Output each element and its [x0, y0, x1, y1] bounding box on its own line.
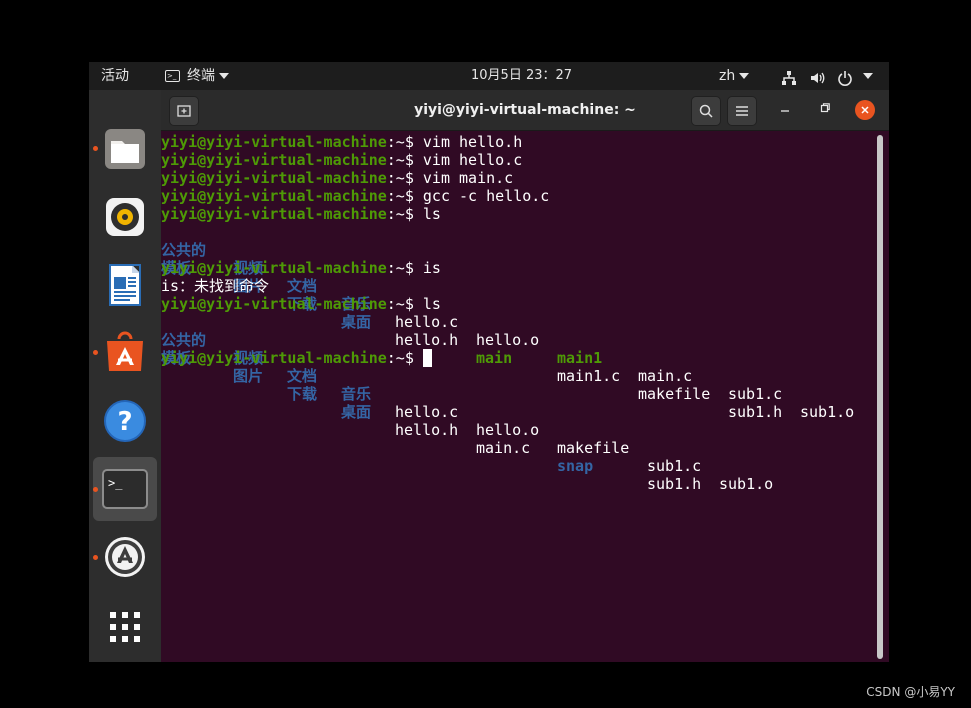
search-button[interactable] [691, 96, 721, 126]
terminal-line: yiyi@yiyi-virtual-machine:~$ [161, 349, 432, 367]
power-icon[interactable] [837, 68, 853, 86]
hamburger-menu-icon [736, 106, 748, 116]
close-button[interactable] [855, 100, 875, 120]
list-item: main.c [476, 439, 531, 457]
volume-icon[interactable] [809, 68, 825, 84]
running-indicator [93, 350, 98, 355]
scrollbar[interactable] [877, 135, 883, 659]
text-cursor [422, 349, 432, 367]
search-icon [699, 104, 713, 118]
system-menu-chevron-icon[interactable] [859, 62, 873, 90]
list-item: makefile [638, 385, 711, 403]
list-item: main.c [638, 367, 693, 385]
ls-output-row: 模板 图片 下载 桌面 hello.h main main1.c makefil… [161, 241, 889, 421]
list-item: hello.h [395, 421, 459, 439]
top-bar: 活动 >_ 终端 10月5日 23：27 zh [89, 62, 889, 90]
show-applications-icon[interactable] [101, 603, 149, 651]
clock[interactable]: 10月5日 23：27 [471, 62, 572, 90]
terminal-line: yiyi@yiyi-virtual-machine:~$ vim hello.h [161, 133, 523, 151]
list-item: sub1.o [719, 475, 774, 493]
terminal-line: yiyi@yiyi-virtual-machine:~$ vim main.c [161, 169, 514, 187]
running-indicator [93, 487, 98, 492]
minimize-icon [781, 110, 789, 112]
list-item: sub1.c [728, 385, 783, 403]
restore-icon [820, 103, 830, 113]
minimize-button[interactable] [775, 100, 795, 120]
rhythmbox-icon[interactable] [101, 193, 149, 241]
list-item: 文档 [287, 367, 318, 385]
ubuntu-software-icon[interactable] [101, 329, 149, 377]
list-item: main [476, 349, 513, 367]
desktop-screen: 活动 >_ 终端 10月5日 23：27 zh ? >_ yiyi@yiyi-v… [89, 62, 889, 662]
dock: ? >_ [89, 90, 161, 662]
activities-button[interactable]: 活动 [101, 62, 129, 90]
list-item: sub1.h [647, 475, 702, 493]
list-item: hello.c [395, 403, 459, 421]
terminal-line: yiyi@yiyi-virtual-machine:~$ vim hello.c [161, 151, 523, 169]
list-item: 桌面 [341, 403, 372, 421]
terminal-window: yiyi@yiyi-virtual-machine: ~ yiyi@yiyi-v… [161, 90, 889, 662]
app-menu[interactable]: >_ 终端 [165, 62, 229, 90]
files-icon[interactable] [101, 125, 149, 173]
help-icon[interactable]: ? [101, 397, 149, 445]
running-indicator [93, 555, 98, 560]
error-message: is：未找到命令 [161, 277, 270, 295]
menu-button[interactable] [727, 96, 757, 126]
terminal-line: yiyi@yiyi-virtual-machine:~$ ls [161, 205, 441, 223]
chevron-down-icon [219, 73, 229, 79]
terminal-line: yiyi@yiyi-virtual-machine:~$ ls [161, 295, 441, 313]
network-icon[interactable] [781, 68, 797, 85]
svg-text:>_: >_ [108, 476, 123, 490]
ls-output-row: 模板 图片 下载 桌面 hello.h main.c snap sub1.h [161, 331, 889, 493]
list-item: sub1.c [647, 457, 702, 475]
list-item: sub1.o [800, 403, 855, 421]
terminal-line: yiyi@yiyi-virtual-machine:~$ gcc -c hell… [161, 187, 550, 205]
list-item: 图片 [233, 367, 264, 385]
terminal-output[interactable]: yiyi@yiyi-virtual-machine:~$ vim hello.h… [161, 131, 889, 662]
title-bar: yiyi@yiyi-virtual-machine: ~ [161, 90, 889, 131]
list-item: makefile [557, 439, 630, 457]
terminal-icon[interactable]: >_ [101, 465, 149, 513]
list-item: hello.o [476, 421, 540, 439]
maximize-button[interactable] [815, 100, 835, 120]
list-item: 音乐 [341, 385, 372, 403]
list-item: 文档 [287, 277, 318, 295]
list-item: main1 [557, 349, 603, 367]
language-menu[interactable]: zh [719, 62, 750, 90]
list-item: 下载 [287, 385, 318, 403]
list-item: sub1.h [728, 403, 783, 421]
app-menu-label: 终端 [187, 68, 215, 84]
running-indicator [93, 146, 98, 151]
ls-output-row: 公共的 视频 文档 音乐 hello.c hello.o makefile su… [161, 313, 889, 493]
terminal-line: yiyi@yiyi-virtual-machine:~$ is [161, 259, 441, 277]
ls-output-row: 公共的 视频 文档 音乐 hello.c hello.o main1 main.… [161, 223, 889, 421]
libreoffice-writer-icon[interactable] [101, 261, 149, 309]
list-item: main1.c [557, 367, 621, 385]
language-label: zh [719, 68, 736, 84]
terminal-mini-icon: >_ [165, 70, 180, 82]
list-item: snap [557, 457, 594, 475]
watermark: CSDN @小易YY [866, 685, 955, 699]
software-updater-icon[interactable] [101, 533, 149, 581]
svg-text:?: ? [117, 407, 132, 437]
chevron-down-icon [739, 73, 750, 79]
close-icon [861, 105, 869, 114]
